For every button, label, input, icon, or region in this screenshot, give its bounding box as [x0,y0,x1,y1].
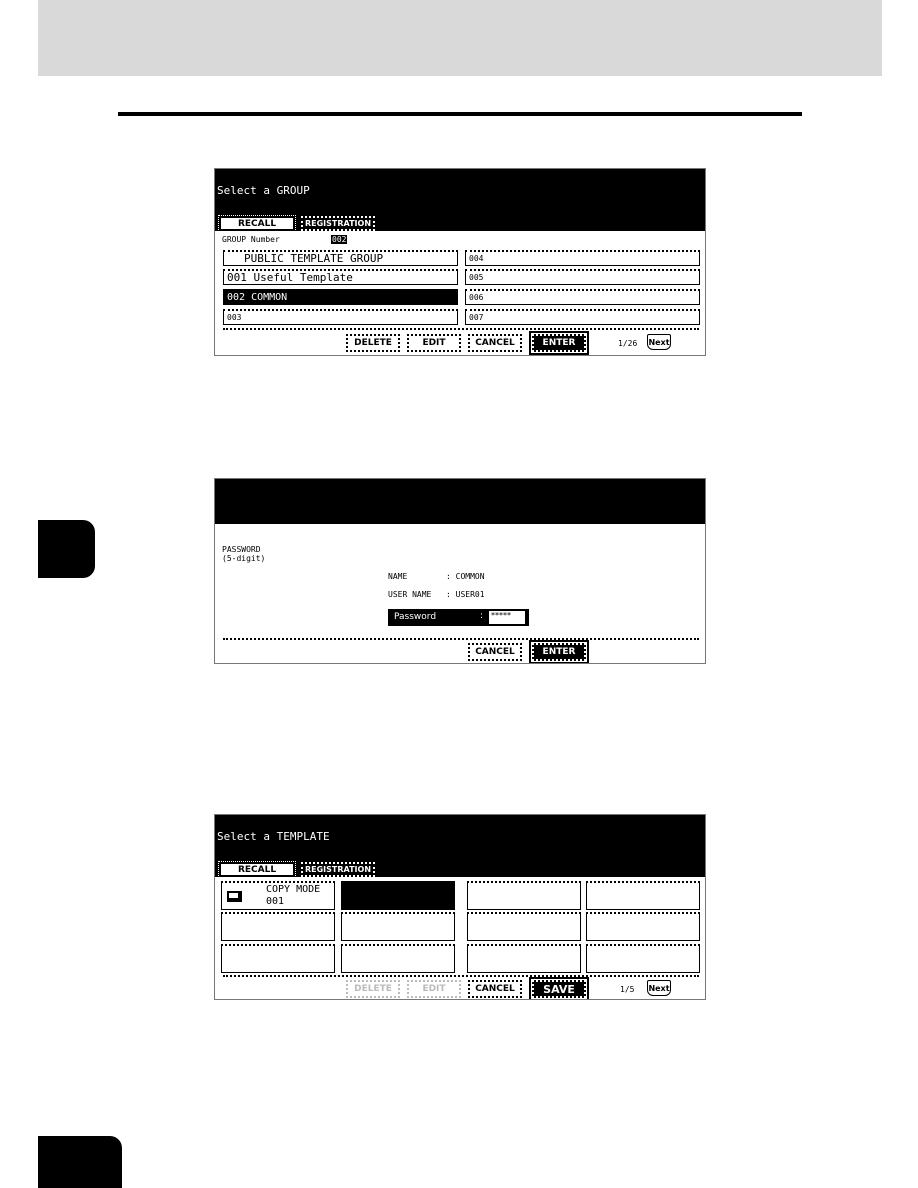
group-item[interactable]: 001 Useful Template [223,269,458,285]
cancel-button[interactable]: CANCEL [468,980,522,998]
chapter-tab [38,520,95,578]
page-number-block [38,1136,122,1188]
template-slot[interactable] [341,944,455,973]
template-slot[interactable] [221,912,335,941]
section-rule [118,112,802,116]
tab-recall[interactable]: RECALL [218,861,296,878]
divider [223,328,699,330]
template-slot[interactable] [467,912,581,941]
template-select-screen: Select a TEMPLATE RECALL REGISTRATION CO… [214,814,706,1000]
template-slot[interactable] [467,881,581,910]
password-label: PASSWORD [222,545,261,554]
group-item[interactable]: 006 [465,289,700,305]
page-indicator: 1/5 [620,985,635,994]
template-slot[interactable] [341,912,455,941]
password-field[interactable]: Password : ***** [388,609,529,626]
copy-mode-icon [227,891,242,902]
template-slot[interactable] [586,912,700,941]
screen-title: Select a TEMPLATE [217,830,330,843]
group-number-value: 002 [331,235,348,244]
divider [223,975,699,977]
tab-registration[interactable]: REGISTRATION [301,216,375,231]
cancel-button[interactable]: CANCEL [468,643,522,661]
page-indicator: 1/26 [618,339,638,348]
divider [223,638,699,640]
template-copy-mode-001[interactable]: COPY MODE 001 [221,881,335,910]
delete-button[interactable]: DELETE [346,980,400,998]
enter-button[interactable]: ENTER [529,640,589,663]
edit-button[interactable]: EDIT [407,334,461,352]
template-number: 001 [266,896,285,907]
template-slot[interactable] [586,881,700,910]
group-item-selected[interactable]: 002 COMMON [223,289,458,305]
page-header-band [38,0,882,76]
enter-button[interactable]: ENTER [529,331,589,355]
screen-title: Select a GROUP [217,184,310,197]
user-name-label: USER NAME [388,590,432,599]
template-slot-selected[interactable] [341,881,455,910]
tab-registration[interactable]: REGISTRATION [301,862,375,877]
group-item[interactable]: 007 [465,309,700,325]
password-field-label: Password [394,612,437,622]
template-slot[interactable] [221,944,335,973]
template-slot[interactable] [586,944,700,973]
name-value: : COMMON [446,572,485,581]
next-button[interactable]: Next [647,980,671,996]
save-button[interactable]: SAVE [529,977,589,999]
group-item[interactable]: 005 [465,269,700,285]
group-item[interactable]: 003 [223,309,458,325]
user-name-value: : USER01 [446,590,485,599]
group-item[interactable]: 004 [465,250,700,266]
password-hint: (5-digit) [222,554,266,563]
next-button[interactable]: Next [647,334,671,350]
name-label: NAME [388,572,408,581]
group-select-screen: Select a GROUP RECALL REGISTRATION GROUP… [214,168,706,356]
tab-recall[interactable]: RECALL [218,215,296,232]
template-name: COPY MODE [266,884,321,895]
password-input[interactable]: ***** [489,611,525,624]
password-screen: PASSWORD (5-digit) NAME : COMMON USER NA… [214,478,706,664]
delete-button[interactable]: DELETE [346,334,400,352]
cancel-button[interactable]: CANCEL [468,334,522,352]
group-number-label: GROUP Number [222,235,280,244]
group-item[interactable]: PUBLIC TEMPLATE GROUP [223,250,458,266]
edit-button[interactable]: EDIT [407,980,461,998]
template-slot[interactable] [467,944,581,973]
screen-header [215,479,705,524]
password-field-separator: : [480,611,484,621]
